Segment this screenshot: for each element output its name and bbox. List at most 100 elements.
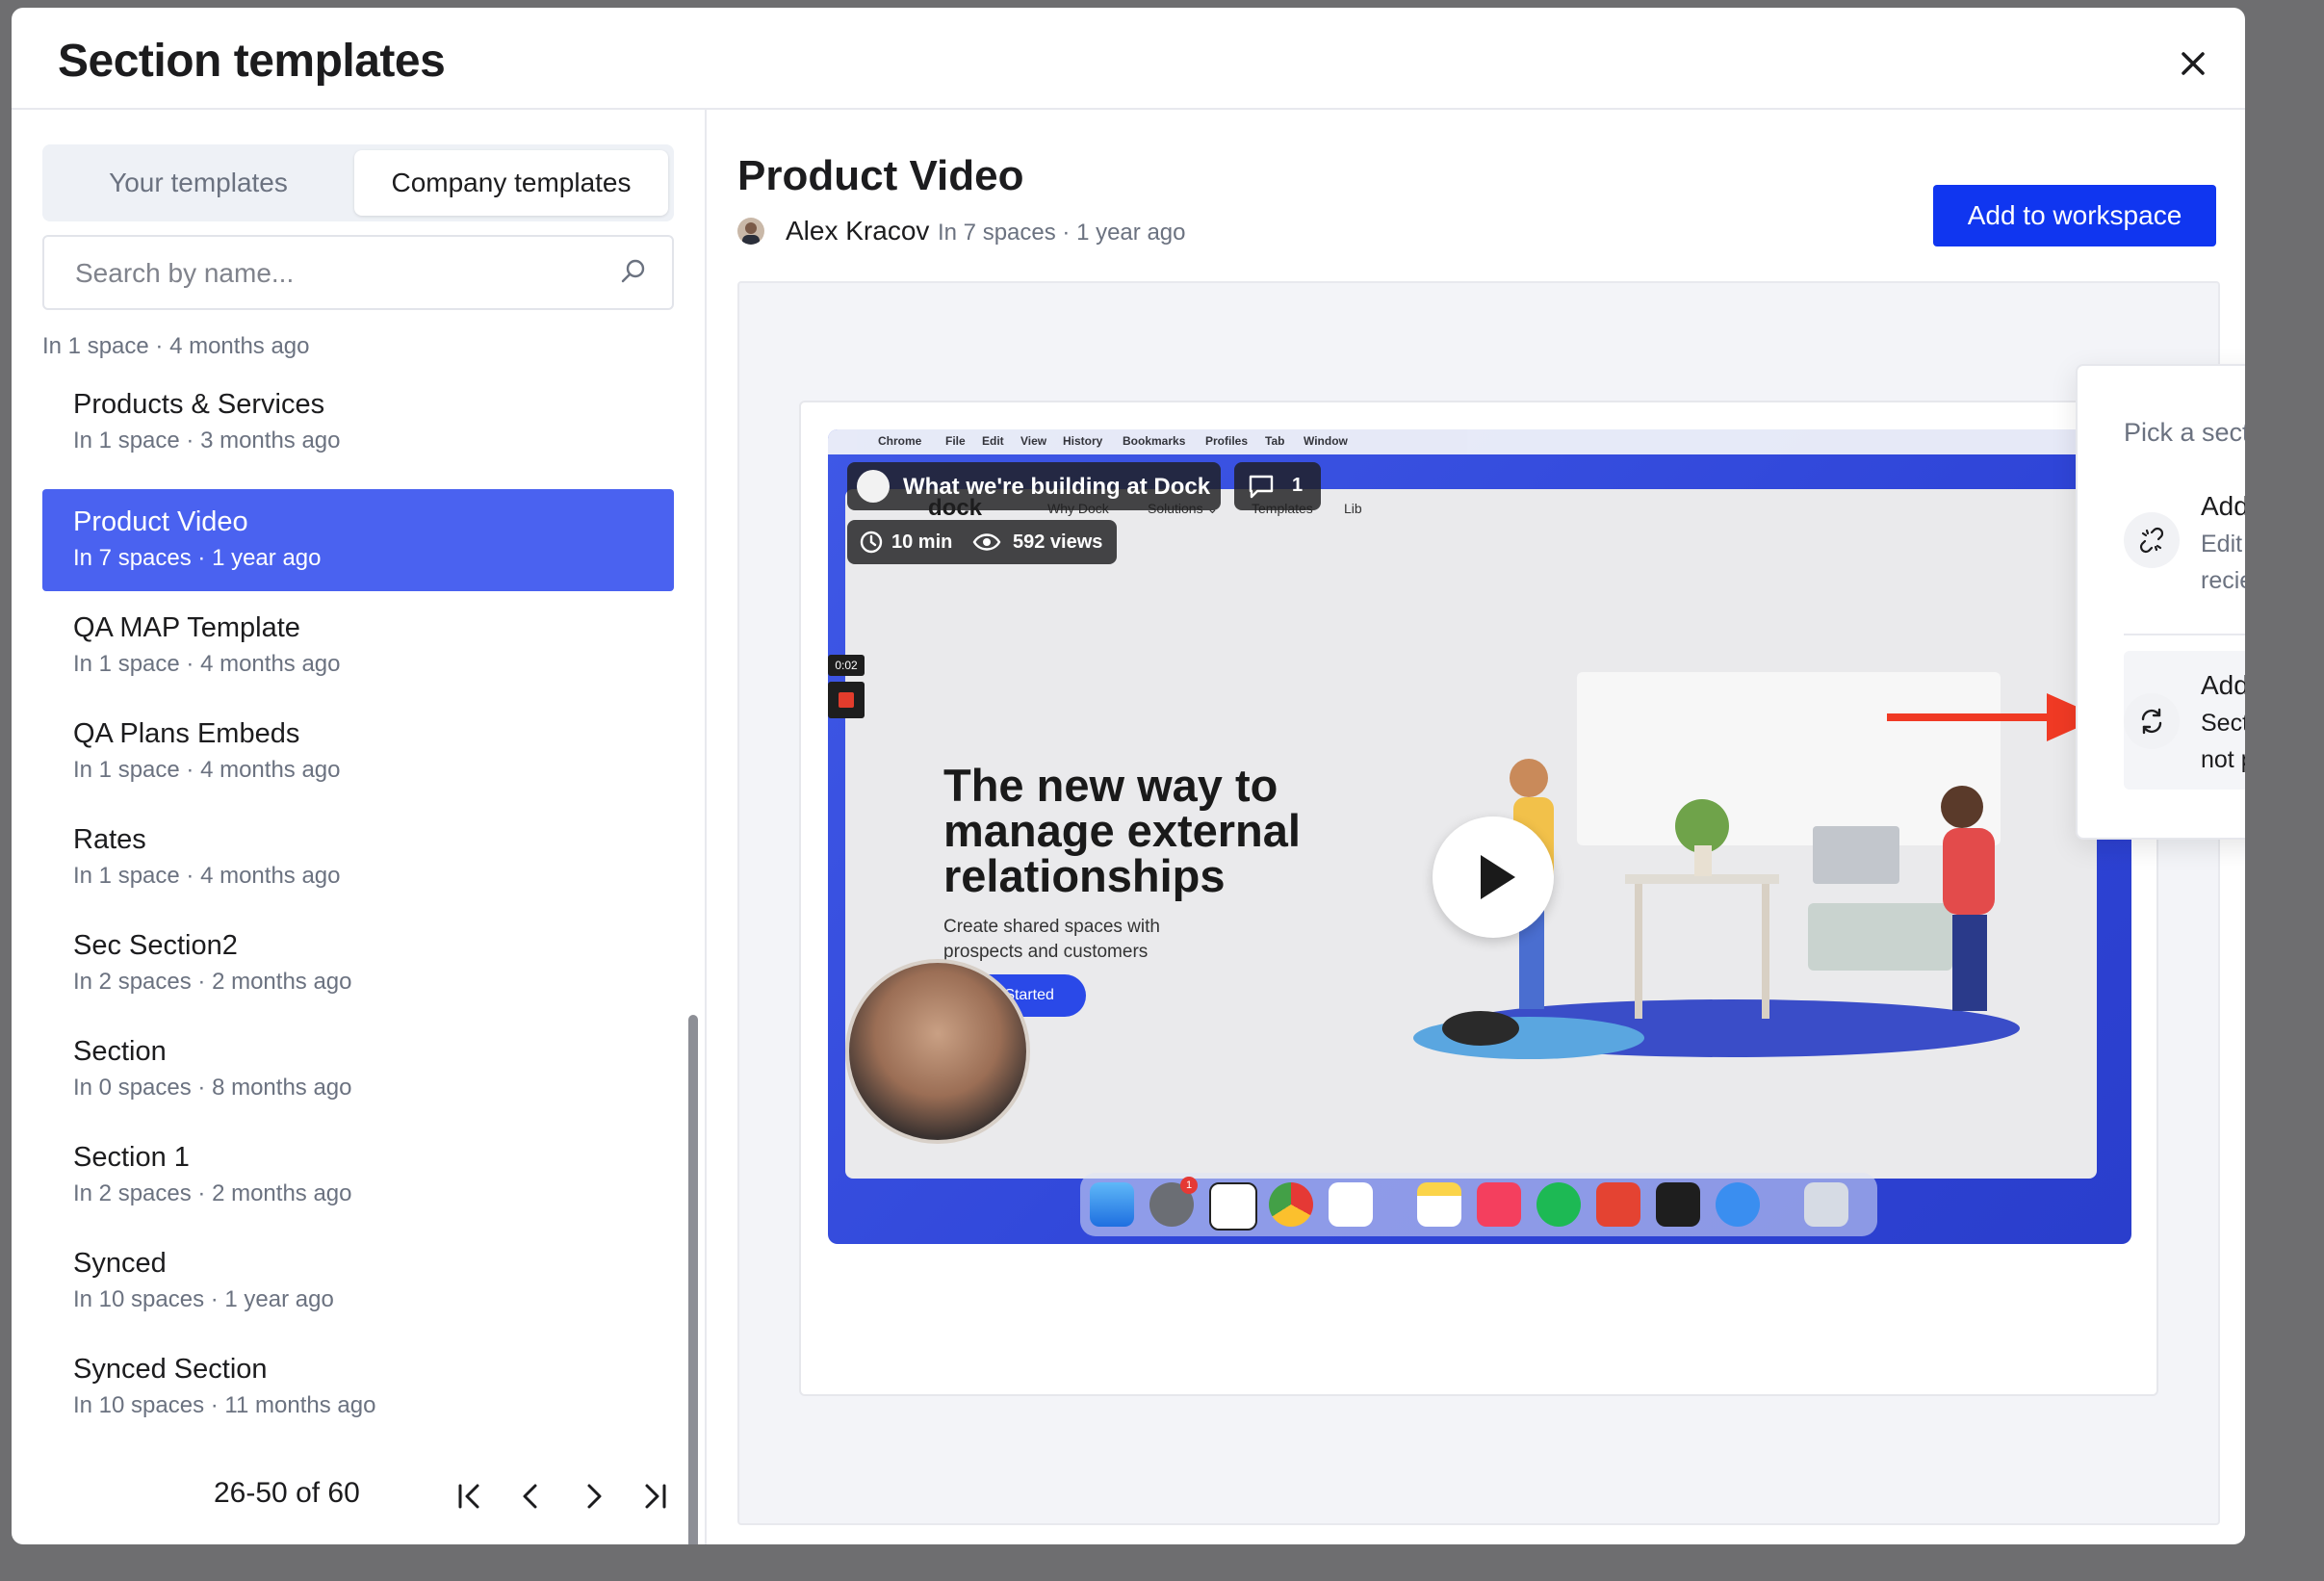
list-item-name: Product Video	[73, 506, 248, 537]
menu-item: Edit	[982, 434, 1004, 448]
mac-dock: 1	[1080, 1173, 1877, 1236]
annotation-arrow-icon	[1887, 693, 2101, 741]
video-stats-pill: 10 min 592 views	[847, 520, 1117, 564]
option-title: Add synced section	[2201, 670, 2245, 700]
list-item-name: Synced	[73, 1248, 167, 1279]
list-item-name: Synced Section	[73, 1354, 268, 1385]
templates-tabs: Your templates Company templates	[42, 144, 674, 221]
popup-heading: Pick a section type to add to the space	[2124, 418, 2245, 447]
option-description: Edit the section from the within the edi…	[2201, 531, 2245, 594]
comments-pill[interactable]: 1	[1234, 462, 1321, 510]
detail-meta: In 7 spaces · 1 year ago	[938, 220, 1186, 246]
sync-icon	[2124, 693, 2180, 749]
chrome-icon	[1269, 1182, 1313, 1227]
menu-item: History	[1063, 434, 1103, 448]
list-item[interactable]: Section 1 In 2 spaces · 2 months ago	[42, 1125, 674, 1227]
list-item-meta: In 2 spaces · 2 months ago	[73, 969, 352, 995]
list-item[interactable]: Section In 0 spaces · 8 months ago	[42, 1019, 674, 1121]
mac-menu-bar: Chrome File Edit View History Bookmarks …	[828, 429, 2131, 454]
list-item-name: Products & Services	[73, 389, 325, 420]
video-title-pill: What we're building at Dock	[847, 462, 1221, 510]
finder-icon	[1090, 1182, 1134, 1227]
eye-icon	[972, 533, 1001, 551]
safari-icon	[1716, 1182, 1760, 1227]
list-item[interactable]: Products & Services In 1 space · 3 month…	[42, 372, 674, 474]
list-item[interactable]: QA MAP Template In 1 space · 4 months ag…	[42, 595, 674, 697]
section-templates-modal: Section templates Your templates Company…	[12, 8, 2245, 1544]
close-icon[interactable]	[2172, 42, 2214, 85]
notes-icon	[1417, 1182, 1461, 1227]
option-title: Add editable section	[2201, 491, 2245, 521]
templates-sidebar: Your templates Company templates In 1 sp…	[12, 110, 707, 1544]
list-item-meta: In 1 space · 4 months ago	[42, 333, 310, 359]
slack-icon	[1329, 1182, 1373, 1227]
comment-icon	[1249, 475, 1274, 499]
list-item-meta: In 0 spaces · 8 months ago	[73, 1075, 352, 1101]
browser-window: dock Why Dock Solutions ⌄ Templates Lib …	[845, 489, 2097, 1179]
section-type-popup: Pick a section type to add to the space …	[2076, 364, 2245, 840]
stop-recording-button	[828, 682, 865, 718]
list-item[interactable]: Sec Section2 In 2 spaces · 2 months ago	[42, 913, 674, 1015]
add-to-workspace-button[interactable]: Add to workspace	[1933, 185, 2216, 246]
add-editable-section-option[interactable]: Add editable section Edit the section fr…	[2124, 491, 2245, 616]
modal-title: Section templates	[58, 36, 446, 87]
video-card: Chrome File Edit View History Bookmarks …	[799, 401, 2158, 1396]
figma-icon	[1656, 1182, 1700, 1227]
video-views: 592 views	[1013, 531, 1103, 553]
option-description: Section will automatically update with t…	[2201, 710, 2245, 773]
add-synced-section-option[interactable]: Add synced section Section will automati…	[2124, 651, 2245, 790]
list-item-name: Section	[73, 1036, 167, 1067]
list-item-meta: In 10 spaces · 1 year ago	[73, 1286, 334, 1312]
popup-divider	[2124, 634, 2245, 635]
clock-icon	[860, 531, 883, 554]
tab-company-templates[interactable]: Company templates	[354, 150, 668, 216]
search-input[interactable]	[73, 237, 597, 310]
spotify-icon	[1536, 1182, 1581, 1227]
menu-item: Tab	[1265, 434, 1285, 448]
menu-item: Profiles	[1205, 434, 1249, 448]
list-item[interactable]: QA Plans Embeds In 1 space · 4 months ag…	[42, 701, 674, 803]
hero-title: The new way to manage external relations…	[943, 760, 1301, 901]
site-nav-item: Lib	[1344, 501, 1362, 516]
template-detail: Product Video Alex Kracov In 7 spaces · …	[707, 110, 2245, 1544]
todoist-icon	[1596, 1182, 1640, 1227]
music-icon	[1477, 1182, 1521, 1227]
notion-icon	[1209, 1182, 1257, 1231]
unlink-icon	[2124, 512, 2180, 568]
notification-badge: 1	[1180, 1177, 1198, 1194]
list-item-name: Sec Section2	[73, 930, 238, 961]
search-icon[interactable]	[618, 256, 649, 287]
author-avatar	[737, 218, 764, 245]
video-title: What we're building at Dock	[903, 474, 1211, 500]
presenter-webcam	[845, 959, 1030, 1144]
list-item-meta: In 1 space · 4 months ago	[73, 863, 341, 889]
menu-item: Chrome	[878, 434, 922, 448]
comment-count: 1	[1292, 475, 1304, 496]
list-item-meta: In 2 spaces · 2 months ago	[73, 1180, 352, 1206]
list-item-meta: In 10 spaces · 11 months ago	[73, 1392, 376, 1418]
template-preview: Chrome File Edit View History Bookmarks …	[737, 281, 2220, 1525]
menu-item: Window	[1304, 434, 1348, 448]
list-item-name: QA MAP Template	[73, 612, 300, 643]
next-page-icon[interactable]	[572, 1475, 614, 1517]
list-item-name: Section 1	[73, 1142, 190, 1173]
modal-header: Section templates	[12, 8, 2245, 110]
detail-title: Product Video	[737, 152, 1024, 199]
video-duration: 10 min	[891, 531, 953, 553]
list-item[interactable]: Rates In 1 space · 4 months ago	[42, 807, 674, 909]
previous-page-icon[interactable]	[510, 1475, 553, 1517]
list-scrollbar[interactable]	[688, 1015, 698, 1544]
video-embed[interactable]: Chrome File Edit View History Bookmarks …	[828, 429, 2131, 1244]
play-button[interactable]	[1433, 816, 1554, 938]
last-page-icon[interactable]	[633, 1475, 676, 1517]
list-item-name: QA Plans Embeds	[73, 718, 300, 749]
list-item[interactable]: Synced Section In 10 spaces · 11 months …	[42, 1336, 674, 1438]
tab-your-templates[interactable]: Your templates	[48, 150, 349, 216]
list-item[interactable]: Synced In 10 spaces · 1 year ago	[42, 1231, 674, 1333]
menu-item: File	[945, 434, 966, 448]
first-page-icon[interactable]	[449, 1475, 491, 1517]
channel-avatar	[857, 470, 890, 503]
author-name: Alex Kracov	[786, 216, 930, 246]
menu-item: View	[1020, 434, 1047, 448]
list-item-selected[interactable]: Product Video In 7 spaces · 1 year ago	[42, 489, 674, 591]
